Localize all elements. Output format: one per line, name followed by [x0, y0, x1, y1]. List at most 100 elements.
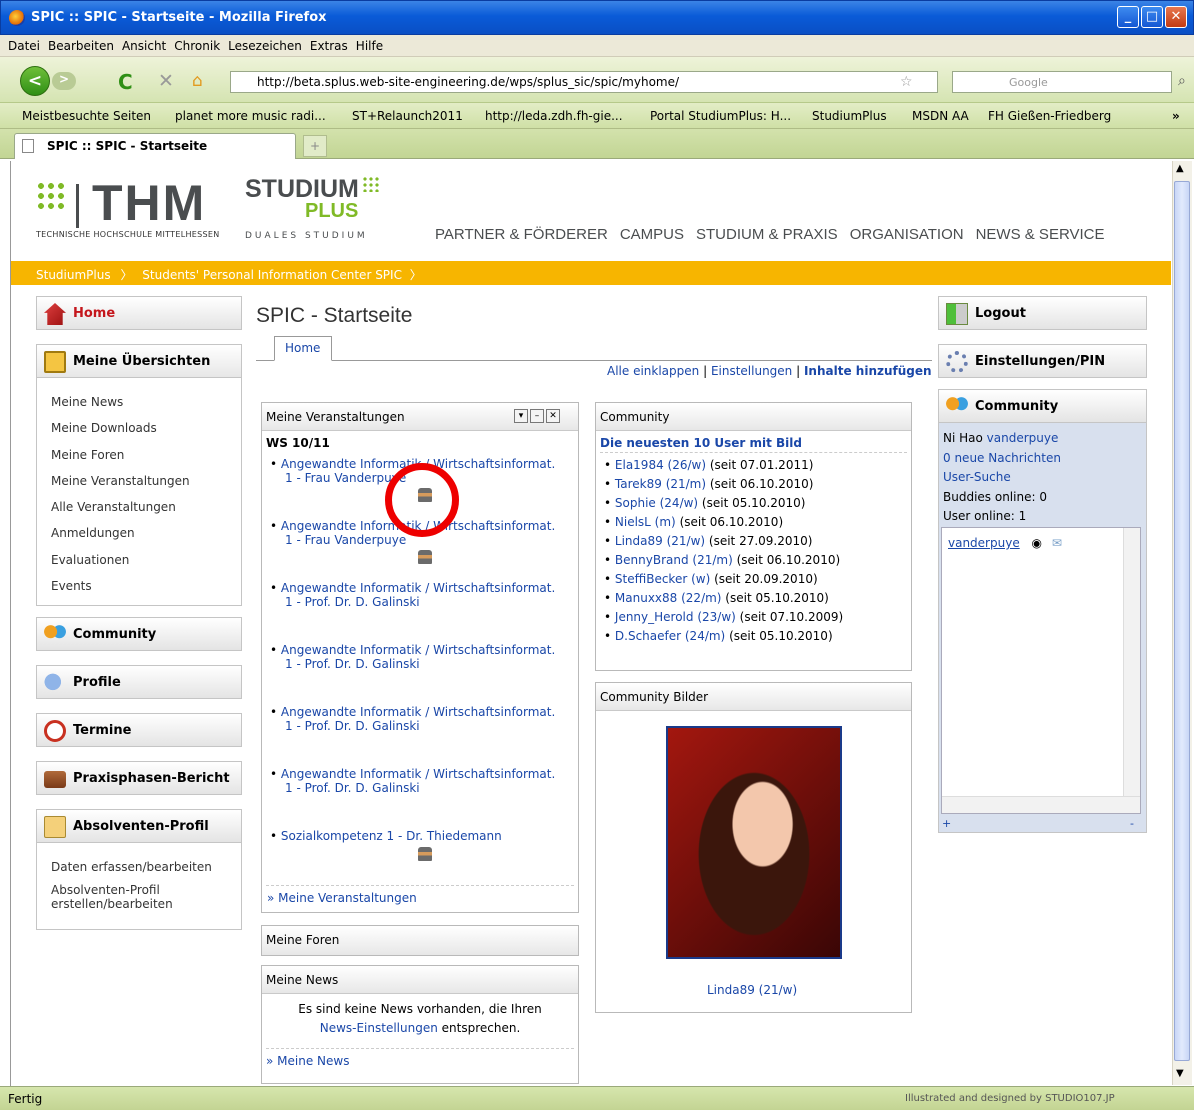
maximize-icon[interactable]: □ — [1141, 6, 1163, 28]
menu-bearbeiten[interactable]: Bearbeiten — [48, 39, 114, 53]
bookmark-item[interactable]: Portal StudiumPlus: H... — [650, 109, 791, 123]
user-link[interactable]: Sophie (24/w) — [615, 496, 698, 510]
url-input[interactable]: http://beta.splus.web-site-engineering.d… — [230, 71, 938, 93]
user-icon[interactable] — [418, 847, 432, 861]
scroll-up-icon[interactable]: ▲ — [1176, 163, 1184, 174]
breadcrumb-spic[interactable]: Students' Personal Information Center SP… — [142, 268, 402, 282]
minimize-portlet-icon[interactable]: – — [530, 409, 544, 423]
menu-hilfe[interactable]: Hilfe — [356, 39, 383, 53]
dropdown-icon[interactable]: ▾ — [514, 409, 528, 423]
bookmark-item[interactable]: FH Gießen-Friedberg — [988, 109, 1111, 123]
nav-meine-veranstaltungen[interactable]: Meine Veranstaltungen — [37, 469, 241, 495]
menu-chronik[interactable]: Chronik — [174, 39, 220, 53]
list-scrollbar[interactable] — [1123, 528, 1140, 796]
nav-meine-uebersichten[interactable]: Meine Übersichten — [36, 344, 242, 378]
camera-icon[interactable]: ◉ — [1032, 536, 1042, 550]
community-photo[interactable] — [666, 726, 842, 959]
logout-button[interactable]: Logout — [938, 296, 1147, 330]
user-link[interactable]: D.Schaefer (24/m) — [615, 629, 725, 643]
browser-tab[interactable]: SPIC :: SPIC - Startseite — [14, 133, 296, 159]
page-scrollbar-thumb[interactable] — [1174, 181, 1190, 1061]
course-link[interactable]: 1 - Prof. Dr. D. Galinski — [270, 719, 570, 733]
user-link[interactable]: Jenny_Herold (23/w) — [615, 610, 736, 624]
nav-evaluationen[interactable]: Evaluationen — [37, 548, 241, 574]
course-link[interactable]: 1 - Prof. Dr. D. Galinski — [270, 595, 570, 609]
nav-meine-downloads[interactable]: Meine Downloads — [37, 416, 241, 442]
nav-termine[interactable]: Termine — [36, 713, 242, 747]
course-link[interactable]: Angewandte Informatik / Wirtschaftsinfor… — [270, 767, 570, 781]
nav-alle-veranstaltungen[interactable]: Alle Veranstaltungen — [37, 495, 241, 521]
bookmark-star-icon[interactable]: ☆ — [900, 74, 913, 90]
nav-daten-erfassen[interactable]: Daten erfassen/bearbeiten — [37, 855, 241, 881]
course-link[interactable]: Angewandte Informatik / Wirtschaftsinfor… — [270, 581, 570, 595]
collapse-all-link[interactable]: Alle einklappen — [607, 364, 699, 378]
nav-absolventen[interactable]: Absolventen-Profil — [36, 809, 242, 843]
user-search-link[interactable]: User-Suche — [943, 468, 1146, 488]
meine-news-link[interactable]: » Meine News — [266, 1048, 574, 1068]
reload-icon[interactable]: C — [118, 70, 133, 94]
menu-extras[interactable]: Extras — [310, 39, 348, 53]
online-user-link[interactable]: vanderpuye — [948, 536, 1020, 550]
home-icon[interactable]: ⌂ — [192, 71, 203, 91]
portlet-foren[interactable]: Meine Foren — [261, 925, 579, 956]
expand-plus[interactable]: + — [942, 817, 951, 830]
nav-news-service[interactable]: NEWS & SERVICE — [976, 226, 1105, 243]
user-link[interactable]: Ela1984 (26/w) — [615, 458, 706, 472]
breadcrumb-studiumplus[interactable]: StudiumPlus — [36, 268, 111, 282]
own-user-link[interactable]: vanderpuye — [987, 431, 1059, 445]
nav-praxisphasen[interactable]: Praxisphasen-Bericht — [36, 761, 242, 795]
user-link[interactable]: BennyBrand (21/m) — [615, 553, 733, 567]
nav-partner[interactable]: PARTNER & FÖRDERER — [435, 226, 608, 243]
nav-campus[interactable]: CAMPUS — [620, 226, 684, 243]
search-input[interactable]: Google — [952, 71, 1172, 93]
bookmark-item[interactable]: MSDN AA — [912, 109, 969, 123]
minimize-icon[interactable]: _ — [1117, 6, 1139, 28]
nav-meine-news[interactable]: Meine News — [37, 390, 241, 416]
user-link[interactable]: Manuxx88 (22/m) — [615, 591, 722, 605]
nav-anmeldungen[interactable]: Anmeldungen — [37, 521, 241, 547]
add-content-link[interactable]: Inhalte hinzufügen — [804, 364, 932, 378]
nav-home[interactable]: Home — [36, 296, 242, 330]
settings-link[interactable]: Einstellungen — [711, 364, 792, 378]
course-link[interactable]: Angewandte Informatik / Wirtschaftsinfor… — [270, 643, 570, 657]
list-h-scrollbar[interactable] — [942, 796, 1140, 813]
einstellungen-pin-button[interactable]: Einstellungen/PIN — [938, 344, 1147, 378]
nav-profile[interactable]: Profile — [36, 665, 242, 699]
collapse-minus[interactable]: - — [1130, 817, 1134, 830]
community-box-header[interactable]: Community — [938, 389, 1147, 423]
close-portlet-icon[interactable]: ✕ — [546, 409, 560, 423]
back-icon[interactable]: < — [20, 66, 50, 96]
messages-link[interactable]: 0 neue Nachrichten — [943, 449, 1146, 469]
menu-lesezeichen[interactable]: Lesezeichen — [228, 39, 302, 53]
user-link[interactable]: Tarek89 (21/m) — [615, 477, 706, 491]
photo-caption-link[interactable]: Linda89 (21/w) — [707, 983, 797, 997]
user-link[interactable]: SteffiBecker (w) — [615, 572, 710, 586]
nav-events[interactable]: Events — [37, 574, 241, 600]
new-tab-icon[interactable]: + — [303, 135, 327, 157]
user-icon[interactable] — [418, 550, 432, 564]
tab-home[interactable]: Home — [274, 336, 332, 361]
forward-icon[interactable]: > — [52, 72, 76, 90]
nav-absolventen-erstellen[interactable]: Absolventen-Profil erstellen/bearbeiten — [37, 881, 241, 911]
meine-veranstaltungen-link[interactable]: » Meine Veranstaltungen — [267, 891, 417, 905]
search-icon[interactable]: ⌕ — [1178, 73, 1186, 89]
course-link[interactable]: Angewandte Informatik / Wirtschaftsinfor… — [270, 705, 570, 719]
close-icon[interactable]: ✕ — [1165, 6, 1187, 28]
bookmark-item[interactable]: Meistbesuchte Seiten — [22, 109, 151, 123]
menu-datei[interactable]: Datei — [8, 39, 40, 53]
menu-ansicht[interactable]: Ansicht — [122, 39, 166, 53]
course-link[interactable]: 1 - Prof. Dr. D. Galinski — [270, 781, 570, 795]
chevron-right-icon[interactable]: » — [1172, 109, 1180, 123]
course-link[interactable]: 1 - Prof. Dr. D. Galinski — [270, 657, 570, 671]
user-link[interactable]: Linda89 (21/w) — [615, 534, 705, 548]
message-icon[interactable]: ✉ — [1052, 536, 1062, 550]
scroll-down-icon[interactable]: ▼ — [1176, 1068, 1184, 1079]
bookmark-item[interactable]: planet more music radi... — [175, 109, 326, 123]
bookmark-item[interactable]: StudiumPlus — [812, 109, 887, 123]
nav-studium-praxis[interactable]: STUDIUM & PRAXIS — [696, 226, 838, 243]
stop-icon[interactable]: ✕ — [158, 70, 174, 92]
bookmark-item[interactable]: ST+Relaunch2011 — [352, 109, 463, 123]
nav-community[interactable]: Community — [36, 617, 242, 651]
nav-meine-foren[interactable]: Meine Foren — [37, 443, 241, 469]
course-link[interactable]: Sozialkompetenz 1 - Dr. Thiedemann — [270, 829, 570, 843]
